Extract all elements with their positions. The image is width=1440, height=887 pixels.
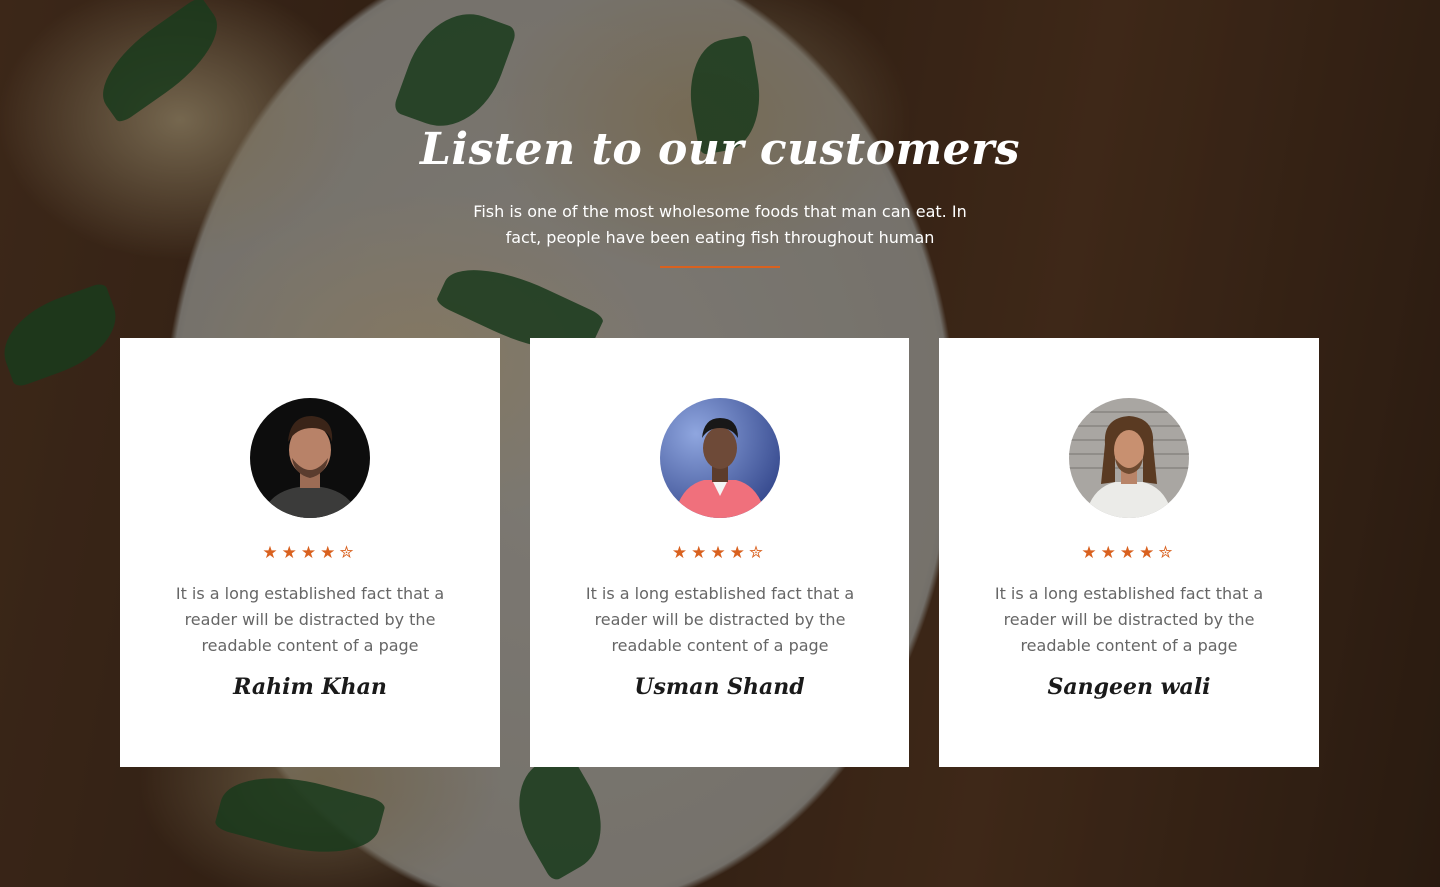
avatar (250, 398, 370, 518)
testimonials-section: Listen to our customers Fish is one of t… (0, 0, 1440, 887)
star-full-icon: ★ (1081, 543, 1101, 563)
testimonial-quote: It is a long established fact that a rea… (994, 584, 1264, 655)
star-full-icon: ★ (320, 543, 340, 563)
portrait-blue-background-icon (660, 398, 780, 518)
star-full-icon: ★ (300, 543, 321, 563)
rating-stars: ★★★★✮ (939, 543, 1319, 563)
star-full-icon: ★ (691, 543, 711, 563)
star-full-icon: ★ (710, 543, 730, 563)
section-title: Listen to our customers (419, 124, 1021, 175)
star-half-icon: ✮ (748, 543, 768, 563)
star-full-icon: ★ (1119, 543, 1140, 563)
rating-stars: ★★★★✮ (530, 543, 909, 563)
testimonial-name: Usman Shand (634, 674, 805, 700)
testimonial-quote: It is a long established fact that a rea… (175, 584, 445, 655)
star-full-icon: ★ (1100, 543, 1120, 563)
testimonial-card: ★★★★✮ It is a long established fact that… (939, 338, 1319, 767)
star-full-icon: ★ (262, 543, 282, 563)
star-full-icon: ★ (729, 543, 749, 563)
testimonial-name: Rahim Khan (233, 674, 387, 700)
portrait-dark-background-icon (250, 398, 370, 518)
testimonial-card: ★★★★✮ It is a long established fact that… (120, 338, 500, 767)
avatar (660, 398, 780, 518)
star-half-icon: ✮ (339, 543, 358, 563)
avatar (1069, 398, 1189, 518)
testimonial-card: ★★★★✮ It is a long established fact that… (530, 338, 909, 767)
testimonial-name: Sangeen wali (1047, 674, 1211, 700)
star-full-icon: ★ (671, 543, 692, 563)
star-half-icon: ✮ (1158, 543, 1177, 563)
portrait-grey-background-icon (1069, 398, 1189, 518)
star-full-icon: ★ (1139, 543, 1159, 563)
title-divider (660, 266, 780, 268)
rating-stars: ★★★★✮ (120, 543, 500, 563)
testimonial-quote: It is a long established fact that a rea… (585, 584, 855, 655)
star-full-icon: ★ (281, 543, 301, 563)
section-subtitle: Fish is one of the most wholesome foods … (473, 202, 967, 247)
